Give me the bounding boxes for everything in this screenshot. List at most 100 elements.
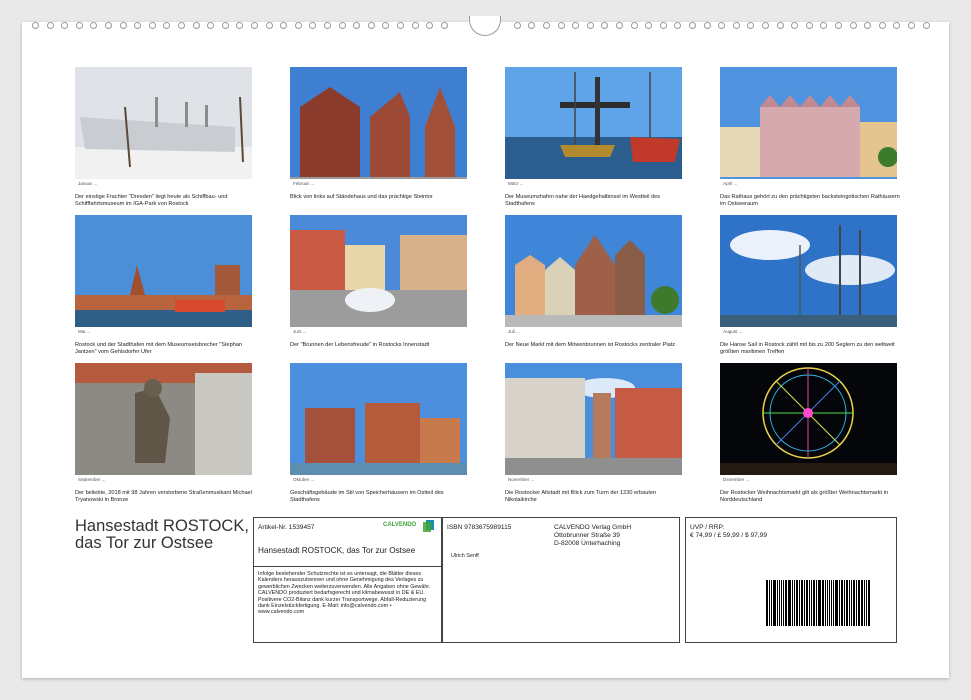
- binding-ring: [703, 22, 711, 29]
- photo-strassenmusikant-date-tag: September ...: [78, 477, 106, 482]
- barcode-bar: [866, 580, 868, 626]
- barcode-bar: [772, 580, 776, 626]
- binding-ring: [397, 22, 404, 29]
- binding-ring: [382, 22, 390, 29]
- binding-ring: [732, 22, 740, 29]
- binding-ring: [878, 22, 886, 29]
- binding-ring: [630, 22, 638, 29]
- calendar-title: Hansestadt ROSTOCK, das Tor zur Ostsee: [75, 518, 249, 552]
- publisher-name: CALVENDO Verlag GmbH: [554, 524, 632, 531]
- barcode-bar: [848, 580, 850, 626]
- photo-weihnachtsmarkt-caption: Der Rostocker Weihnachtsmarkt gilt als g…: [720, 490, 888, 503]
- binding-ring: [908, 22, 915, 29]
- binding-ring: [265, 22, 273, 29]
- binding-ring: [411, 22, 419, 29]
- barcode-bar: [781, 580, 783, 626]
- binding-ring: [747, 22, 755, 29]
- binding-ring: [134, 22, 142, 29]
- barcode-bar: [804, 580, 806, 626]
- photo-stadthafen-caption: Rostock und der Stadthafen mit dem Museu…: [75, 342, 243, 355]
- barcode-bar: [821, 580, 824, 626]
- brand-name: CALVENDO: [383, 522, 417, 528]
- binding-ring: [922, 22, 930, 29]
- barcode-bar: [770, 580, 772, 626]
- barcode-bar: [766, 580, 768, 626]
- barcode-bar: [811, 580, 813, 626]
- binding-ring: [616, 22, 623, 29]
- photo-staendehaus: [290, 67, 467, 192]
- binding-ring: [192, 22, 200, 29]
- photo-hanse-sail: [720, 215, 897, 340]
- binding-ring: [353, 22, 361, 29]
- calendar-title-line-2: das Tor zur Ostsee: [75, 534, 214, 552]
- photo-altstadt-caption: Die Rostocker Altstadt mit Blick zum Tur…: [505, 490, 657, 503]
- barcode-bar: [835, 580, 839, 626]
- binding-ring: [32, 22, 39, 29]
- barcode-bar: [795, 580, 798, 626]
- binding-ring: [864, 22, 872, 29]
- barcode-bar: [828, 580, 831, 626]
- legal-notice: Infolge bestehender Schutzrechte ist es …: [258, 571, 431, 616]
- photo-neuer-markt-caption: Der Neue Markt mit dem Möwenbrunnen ist …: [505, 342, 676, 348]
- barcode-bar: [788, 580, 791, 626]
- binding-ring: [75, 22, 83, 29]
- barcode-bar: [793, 580, 795, 626]
- binding-ring: [61, 22, 69, 29]
- photo-staendehaus-caption: Blick von links auf Ständehaus und das p…: [290, 194, 433, 200]
- binding-ring: [674, 22, 682, 29]
- barcode-bar: [817, 580, 821, 626]
- barcode-bar: [826, 580, 828, 626]
- binding-ring: [178, 22, 185, 29]
- photo-dresden-ship-caption: Der einstige Frachter "Dresden" liegt he…: [75, 194, 228, 207]
- barcode-bar: [768, 580, 770, 626]
- photo-hanse-sail-date-tag: August ...: [723, 329, 743, 334]
- binding-ring: [586, 22, 594, 29]
- photo-altstadt-date-tag: November ...: [508, 477, 535, 482]
- barcode-bar: [809, 580, 811, 626]
- photo-altstadt: [505, 363, 682, 488]
- barcode-bar: [852, 580, 856, 626]
- photo-dresden-ship: [75, 67, 252, 192]
- photo-museumshafen: [505, 67, 682, 192]
- publisher-city: D-82008 Unterhaching: [554, 540, 621, 547]
- photo-neuer-markt-date-tag: Juli ...: [508, 329, 520, 334]
- ean-barcode: [766, 580, 870, 626]
- binding-ring: [324, 22, 331, 29]
- binding-ring: [309, 22, 317, 29]
- barcode-bar: [785, 580, 788, 626]
- binding-ring: [148, 22, 156, 29]
- photo-rathaus: [720, 67, 897, 192]
- binding-ring: [163, 22, 171, 29]
- author: Ulrich Senff: [451, 553, 479, 559]
- barcode-bar: [833, 580, 835, 626]
- binding-ring: [893, 22, 901, 29]
- binding-ring: [835, 22, 842, 29]
- photo-strassenmusikant: [75, 363, 252, 488]
- photo-stadthafen-date-tag: Mai ...: [78, 329, 91, 334]
- binding-ring: [805, 22, 813, 29]
- binding-ring: [776, 22, 784, 29]
- photo-neuer-markt: [505, 215, 682, 340]
- photo-museumshafen-caption: Der Museumshafen nahe der Haedgehalbinse…: [505, 194, 661, 207]
- binding-ring: [46, 22, 54, 29]
- barcode-bar: [864, 580, 866, 626]
- binding-ring: [221, 22, 229, 29]
- binding-ring: [513, 22, 521, 29]
- binding-ring: [90, 22, 98, 29]
- calendar-title-line-1: Hansestadt ROSTOCK,: [75, 517, 249, 535]
- binding-ring: [251, 22, 258, 29]
- barcode-bar: [778, 580, 781, 626]
- price-label: UVP / RRP:: [690, 524, 725, 531]
- photo-brunnen: [290, 215, 467, 340]
- calendar-back-cover: Januar ... Der einstige Frachter "Dresden…: [22, 16, 949, 678]
- barcode-bar: [858, 580, 861, 626]
- article-number: Artikel-Nr. 1539457: [258, 524, 315, 531]
- barcode-bar: [791, 580, 793, 626]
- photo-museumshafen-date-tag: März ...: [508, 181, 524, 186]
- photo-staendehaus-date-tag: Februar ...: [293, 181, 315, 186]
- price-value: € 74,99 / £ 59,99 / $ 97,99: [690, 532, 767, 539]
- publisher-street: Ottobrunner Straße 39: [554, 532, 620, 539]
- photo-dresden-ship-date-tag: Januar ...: [78, 181, 98, 186]
- binding-ring: [689, 22, 696, 29]
- barcode-bar: [868, 580, 870, 626]
